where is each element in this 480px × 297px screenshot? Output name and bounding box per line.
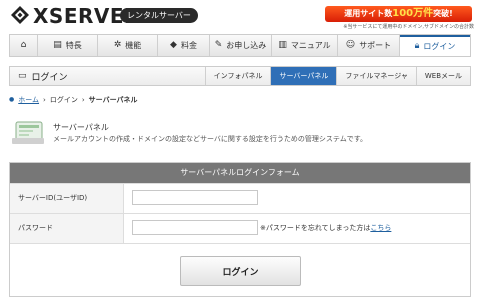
- server-id-row: サーバーID(ユーザID): [10, 183, 470, 213]
- nav-features[interactable]: ▤ 特長: [38, 35, 98, 56]
- form-heading: サーバーパネルログインフォーム: [10, 163, 470, 183]
- promo-note: ※当サービスにて運用中のドメイン,サブドメインの合計数: [343, 24, 474, 30]
- nav-label: サポート: [359, 41, 392, 50]
- nav-home[interactable]: ⌂: [10, 35, 38, 56]
- promo-banner[interactable]: 運用サイト数100万件突破!: [325, 6, 472, 22]
- bullet-icon: ●: [9, 96, 15, 103]
- person-icon: ☺: [345, 40, 356, 50]
- tab-webmail[interactable]: WEBメール: [415, 67, 470, 85]
- tab-server-panel[interactable]: サーバーパネル: [270, 67, 337, 85]
- password-label: パスワード: [10, 214, 124, 243]
- nav-label: 特長: [65, 41, 82, 50]
- nav-login[interactable]: 🔒︎ ログイン: [400, 35, 470, 56]
- breadcrumb: ● ホーム › ログイン › サーバーパネル: [9, 95, 138, 105]
- pencil-icon: ✎: [214, 40, 223, 50]
- breadcrumb-current: サーバーパネル: [88, 96, 138, 104]
- nav-support[interactable]: ☺ サポート: [338, 35, 400, 56]
- promo-number: 100万件: [392, 8, 434, 19]
- intro-description: メールアカウントの作成・ドメインの設定などサーバに関する設定を行うための管理シス…: [53, 135, 368, 143]
- forgot-text: ※パスワードを忘れてしまった方は: [260, 224, 371, 232]
- nav-pricing[interactable]: ◆ 料金: [158, 35, 210, 56]
- nav-label: お申し込み: [226, 41, 267, 50]
- tag-icon: ◆: [170, 40, 177, 50]
- xserver-logo-icon[interactable]: [11, 6, 29, 24]
- login-form: サーバーパネルログインフォーム サーバーID(ユーザID) パスワード ※パスワ…: [9, 162, 471, 297]
- main-nav: ⌂ ▤ 特長 ✲ 機能 ◆ 料金 ✎ お申し込み ▥ マニュアル ☺ サポート …: [9, 34, 471, 57]
- nav-functions[interactable]: ✲ 機能: [98, 35, 158, 56]
- nav-manual[interactable]: ▥ マニュアル: [272, 35, 338, 56]
- home-icon: ⌂: [20, 40, 27, 50]
- forgot-password-link[interactable]: こちら: [370, 224, 391, 232]
- gear-icon: ✲: [113, 40, 122, 50]
- monitor-icon: ▭: [18, 71, 27, 81]
- nav-label: ログイン: [423, 42, 456, 51]
- breadcrumb-login[interactable]: ログイン: [50, 95, 78, 105]
- list-icon: ▤: [53, 40, 62, 50]
- subheader-title-text: ログイン: [31, 73, 68, 83]
- nav-label: 機能: [125, 41, 142, 50]
- login-button[interactable]: ログイン: [180, 256, 301, 286]
- breadcrumb-separator-icon: ›: [43, 96, 46, 104]
- subheader-title: ▭ ログイン: [18, 70, 68, 84]
- tab-file-manager[interactable]: ファイルマネージャ: [336, 67, 416, 85]
- password-row: パスワード ※パスワードを忘れてしまった方はこちら: [10, 213, 470, 243]
- nav-label: 料金: [180, 41, 197, 50]
- server-panel-illustration-icon: [12, 121, 44, 144]
- nav-apply[interactable]: ✎ お申し込み: [210, 35, 272, 56]
- site-header: XSERVER レンタルサーバー 運用サイト数100万件突破! ※当サービスにて…: [0, 0, 480, 33]
- breadcrumb-home[interactable]: ホーム: [18, 95, 39, 105]
- promo-prefix: 運用サイト数: [344, 9, 393, 18]
- tab-info-panel[interactable]: インフォパネル: [204, 67, 271, 85]
- forgot-password: ※パスワードを忘れてしまった方はこちら: [260, 223, 391, 233]
- nav-label: マニュアル: [290, 41, 331, 50]
- book-icon: ▥: [278, 40, 287, 50]
- password-input[interactable]: [132, 220, 258, 235]
- login-subheader: ▭ ログイン インフォパネル サーバーパネル ファイルマネージャ WEBメール: [9, 66, 471, 86]
- login-tabs: インフォパネル サーバーパネル ファイルマネージャ WEBメール: [204, 67, 470, 85]
- server-id-label: サーバーID(ユーザID): [10, 184, 124, 213]
- rental-server-badge: レンタルサーバー: [120, 8, 198, 23]
- server-id-input[interactable]: [132, 190, 258, 205]
- lock-icon: 🔒︎: [414, 41, 420, 51]
- breadcrumb-separator-icon: ›: [81, 96, 85, 104]
- intro-title: サーバーパネル: [53, 123, 109, 132]
- promo-suffix: 突破!: [433, 9, 453, 18]
